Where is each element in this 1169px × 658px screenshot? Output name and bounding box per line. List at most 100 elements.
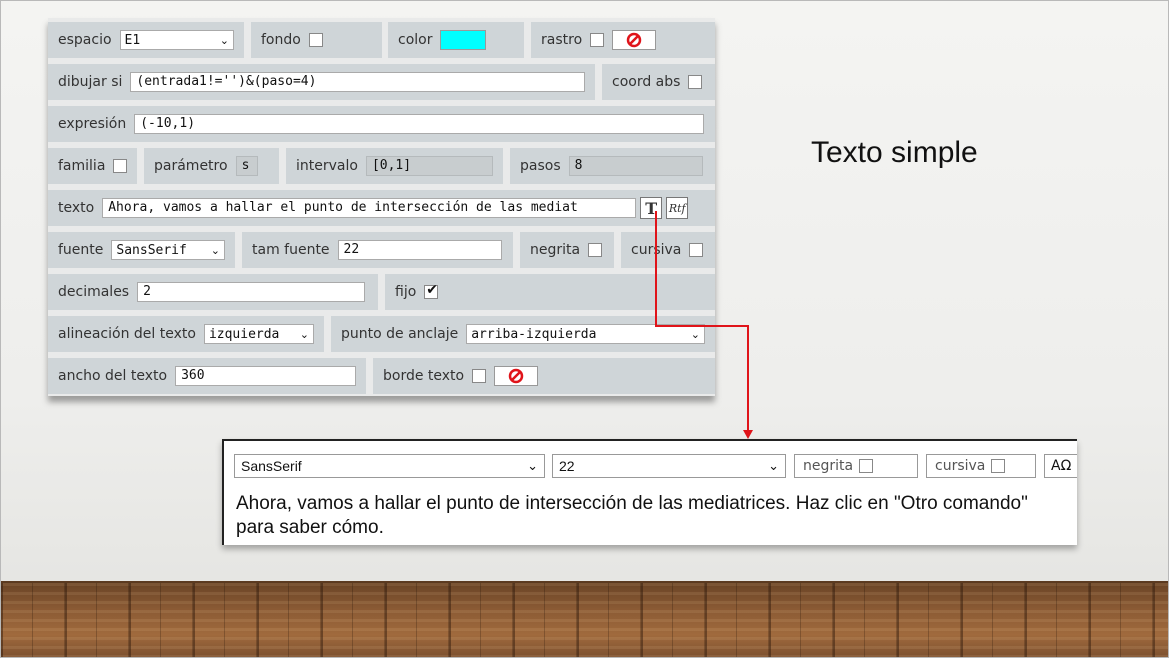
texto-input[interactable]: Ahora, vamos a hallar el punto de inters…	[102, 198, 637, 218]
text-editor-panel: SansSerif ⌄ 22 ⌄ negrita cursiva AΩ Ahor…	[222, 439, 1077, 545]
alineacion-label: alineación del texto	[58, 326, 196, 342]
pasos-cell: pasos 8	[510, 148, 715, 184]
symbol-button[interactable]: AΩ	[1044, 454, 1077, 478]
color-cell: color	[388, 22, 524, 58]
fijo-cell: fijo	[385, 274, 715, 310]
pasos-input: 8	[568, 156, 703, 176]
dibujar-si-cell: dibujar si (entrada1!='')&(paso=4)	[48, 64, 595, 100]
dibujar-si-label: dibujar si	[58, 74, 123, 90]
editor-cursiva-toggle[interactable]: cursiva	[926, 454, 1036, 478]
cursiva-cell: cursiva	[621, 232, 715, 268]
no-color-icon	[626, 32, 642, 48]
anclaje-select[interactable]: arriba-izquierda ⌄	[466, 324, 705, 344]
no-color-icon	[508, 368, 524, 384]
editor-font-select[interactable]: SansSerif ⌄	[234, 454, 545, 478]
decimales-cell: decimales 2	[48, 274, 378, 310]
slide-title: Texto simple	[811, 136, 978, 169]
omega-icon: AΩ	[1051, 458, 1072, 474]
familia-checkbox[interactable]	[113, 159, 127, 173]
alineacion-cell: alineación del texto izquierda ⌄	[48, 316, 324, 352]
espacio-cell: espacio E1 ⌄	[48, 22, 244, 58]
row-alineacion: alineación del texto izquierda ⌄ punto de…	[48, 316, 715, 352]
familia-cell: familia	[48, 148, 137, 184]
cursiva-label: cursiva	[631, 242, 682, 258]
familia-label: familia	[58, 158, 106, 174]
row-ancho: ancho del texto 360 borde texto	[48, 358, 715, 394]
borde-texto-label: borde texto	[383, 368, 465, 384]
row-espacio: espacio E1 ⌄ fondo color rastro	[48, 22, 715, 58]
cursiva-checkbox[interactable]	[689, 243, 704, 257]
chevron-down-icon: ⌄	[527, 458, 538, 473]
espacio-label: espacio	[58, 32, 112, 48]
negrita-cell: negrita	[520, 232, 614, 268]
tam-fuente-input[interactable]: 22	[337, 240, 502, 260]
chevron-down-icon: ⌄	[219, 33, 229, 47]
coord-abs-cell: coord abs	[602, 64, 715, 100]
negrita-checkbox[interactable]	[588, 243, 603, 257]
row-expresion: expresión (-10,1)	[48, 106, 715, 142]
dibujar-si-input[interactable]: (entrada1!='')&(paso=4)	[130, 72, 585, 92]
pasos-label: pasos	[520, 158, 561, 174]
editor-size-select[interactable]: 22 ⌄	[552, 454, 786, 478]
intervalo-cell: intervalo [0,1]	[286, 148, 503, 184]
row-decimales: decimales 2 fijo	[48, 274, 715, 310]
anclaje-cell: punto de anclaje arriba-izquierda ⌄	[331, 316, 715, 352]
parametro-label: parámetro	[154, 158, 228, 174]
color-label: color	[398, 32, 433, 48]
parametro-cell: parámetro s	[144, 148, 279, 184]
ancho-input[interactable]: 360	[175, 366, 356, 386]
wood-floor	[1, 581, 1168, 657]
chevron-down-icon: ⌄	[690, 327, 700, 341]
intervalo-input: [0,1]	[365, 156, 493, 176]
coord-abs-checkbox[interactable]	[688, 75, 703, 89]
expresion-cell: expresión (-10,1)	[48, 106, 715, 142]
negrita-label: negrita	[530, 242, 581, 258]
row-dibujar-si: dibujar si (entrada1!='')&(paso=4) coord…	[48, 64, 715, 100]
config-panel: espacio E1 ⌄ fondo color rastro dibujar s…	[48, 18, 715, 396]
intervalo-label: intervalo	[296, 158, 358, 174]
ancho-label: ancho del texto	[58, 368, 168, 384]
row-texto: texto Ahora, vamos a hallar el punto de …	[48, 190, 715, 226]
rastro-cell: rastro	[531, 22, 715, 58]
fondo-checkbox[interactable]	[308, 33, 323, 47]
rastro-checkbox[interactable]	[590, 33, 605, 47]
editor-text-area[interactable]: Ahora, vamos a hallar el punto de inters…	[236, 492, 1071, 540]
texto-cell: texto Ahora, vamos a hallar el punto de …	[48, 190, 715, 226]
fijo-checkbox[interactable]	[424, 282, 439, 299]
borde-texto-checkbox[interactable]	[472, 369, 487, 383]
decimales-label: decimales	[58, 284, 130, 300]
negrita-checkbox[interactable]	[859, 459, 874, 473]
borde-texto-cell: borde texto	[373, 358, 715, 394]
fuente-cell: fuente SansSerif ⌄	[48, 232, 235, 268]
chevron-down-icon: ⌄	[768, 458, 779, 473]
fuente-label: fuente	[58, 242, 104, 258]
tam-fuente-cell: tam fuente 22	[242, 232, 513, 268]
editor-negrita-toggle[interactable]: negrita	[794, 454, 918, 478]
tam-fuente-label: tam fuente	[252, 242, 330, 258]
rtf-editor-button[interactable]: Rtf	[666, 197, 689, 219]
borde-color-button[interactable]	[494, 366, 539, 386]
alineacion-select[interactable]: izquierda ⌄	[203, 324, 314, 344]
fuente-select[interactable]: SansSerif ⌄	[111, 240, 225, 260]
texto-label: texto	[58, 200, 95, 216]
row-familia: familia parámetro s intervalo [0,1] paso…	[48, 148, 715, 184]
parametro-input: s	[235, 156, 258, 176]
ancho-cell: ancho del texto 360	[48, 358, 366, 394]
fondo-label: fondo	[261, 32, 301, 48]
expresion-input[interactable]: (-10,1)	[134, 114, 705, 134]
expresion-label: expresión	[58, 116, 127, 132]
anclaje-label: punto de anclaje	[341, 326, 459, 342]
row-fuente: fuente SansSerif ⌄ tam fuente 22 negrita …	[48, 232, 715, 268]
fondo-cell: fondo	[251, 22, 382, 58]
cursiva-checkbox[interactable]	[991, 459, 1006, 473]
chevron-down-icon: ⌄	[299, 327, 309, 341]
decimales-input[interactable]: 2	[137, 282, 366, 302]
rastro-label: rastro	[541, 32, 583, 48]
espacio-select[interactable]: E1 ⌄	[119, 30, 234, 50]
fijo-label: fijo	[395, 284, 417, 300]
coord-abs-label: coord abs	[612, 74, 681, 90]
text-editor-button[interactable]: T	[640, 197, 663, 219]
color-swatch[interactable]	[440, 30, 487, 50]
rastro-color-button[interactable]	[612, 30, 657, 50]
chevron-down-icon: ⌄	[210, 243, 220, 257]
